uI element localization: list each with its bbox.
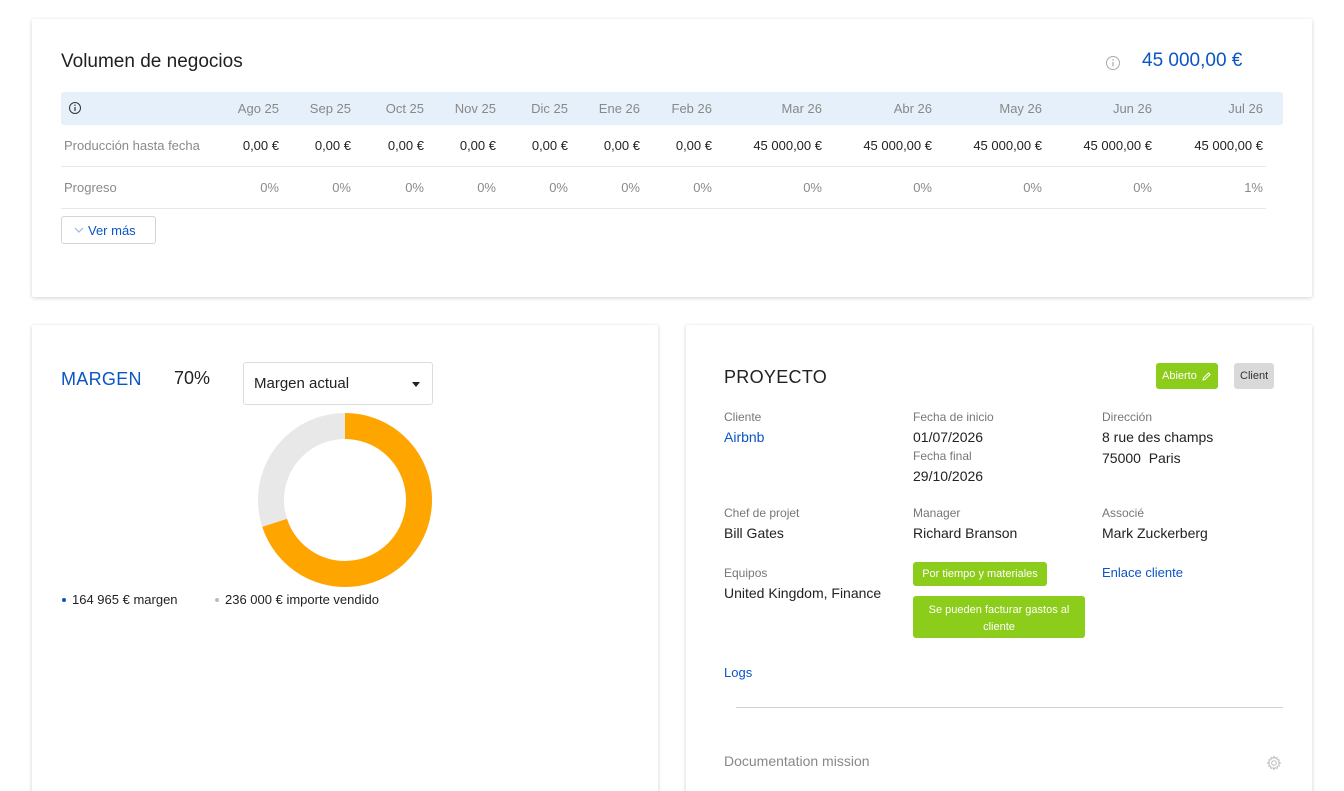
legend-margin: 164 965 € margen: [62, 592, 178, 607]
table-cell: 45 000,00 €: [973, 138, 1042, 153]
caret-down-icon: [412, 382, 420, 387]
table-cell: 0%: [693, 180, 712, 195]
info-icon[interactable]: [1105, 55, 1121, 71]
volume-table: Ago 25 Sep 25 Oct 25 Nov 25 Dic 25 Ene 2…: [61, 92, 1283, 209]
expenses-tag: Se pueden facturar gastos al cliente: [913, 596, 1085, 638]
row-label: Progreso: [64, 180, 117, 195]
project-title: PROYECTO: [724, 367, 828, 387]
legend-dot: [62, 597, 66, 602]
table-cell: 1%: [1244, 180, 1263, 195]
volume-card: Volumen de negocios 45 000,00 € Ago 25 S…: [32, 19, 1312, 297]
end-date-label: Fecha final: [913, 449, 972, 463]
divider: [736, 707, 1283, 708]
margin-select-value: Margen actual: [254, 375, 350, 392]
volume-title: Volumen de negocios: [61, 51, 243, 72]
associe-label: Associé: [1102, 506, 1145, 520]
legend-dot: [215, 597, 219, 602]
table-row: Producción hasta fecha 0,00 € 0,00 € 0,0…: [61, 125, 1266, 167]
address-line1: 8 rue des champs: [1102, 429, 1214, 445]
month-header: Mar 26: [781, 101, 822, 116]
legend-sold: 236 000 € importe vendido: [215, 592, 379, 607]
client-link-button[interactable]: Enlace cliente: [1102, 565, 1183, 580]
status-badge-label: Abierto: [1162, 370, 1197, 382]
manager-value: Richard Branson: [913, 525, 1018, 541]
volume-total: 45 000,00 €: [1142, 50, 1243, 71]
associe-value: Mark Zuckerberg: [1102, 525, 1208, 541]
margin-percent: 70%: [174, 368, 211, 388]
legend-sold-label: 236 000 € importe vendido: [225, 592, 379, 607]
table-cell: 0%: [803, 180, 822, 195]
month-header: Abr 26: [893, 101, 932, 116]
ver-mas-label: Ver más: [88, 222, 136, 238]
teams-value: United Kingdom, Finance: [724, 585, 882, 601]
client-badge: Client: [1234, 363, 1275, 389]
margin-card: MARGEN 70% Margen actual 164 965 € marge…: [32, 325, 658, 791]
month-header: May 26: [999, 101, 1042, 116]
chef-label: Chef de projet: [724, 506, 800, 520]
teams-label: Equipos: [724, 566, 768, 580]
margin-type-select[interactable]: Margen actual: [243, 362, 433, 405]
client-label: Cliente: [724, 410, 762, 424]
info-icon[interactable]: [68, 101, 82, 115]
month-header: Jun 26: [1112, 101, 1152, 116]
manager-label: Manager: [913, 506, 961, 520]
month-header: Jul 26: [1228, 101, 1263, 116]
table-cell: 0%: [913, 180, 932, 195]
margin-donut-chart: [258, 413, 432, 587]
documentation-title: Documentation mission: [724, 753, 870, 769]
status-badge[interactable]: Abierto: [1156, 363, 1218, 389]
ver-mas-button[interactable]: Ver más: [61, 216, 156, 244]
chef-value: Bill Gates: [724, 525, 784, 541]
table-cell: 0%: [1023, 180, 1042, 195]
start-date-value: 01/07/2026: [913, 429, 984, 445]
margin-title: MARGEN: [61, 369, 142, 389]
logs-link[interactable]: Logs: [724, 665, 752, 680]
legend-margin-label: 164 965 € margen: [72, 592, 178, 607]
table-row: Progreso 0% 0% 0% 0% 0% 0% 0% 0% 0% 0% 0…: [61, 167, 1266, 209]
table-cell: 0,00 €: [675, 138, 712, 153]
billing-type-tag: Por tiempo y materiales: [913, 562, 1047, 586]
table-cell: 45 000,00 €: [1083, 138, 1152, 153]
table-cell: 45 000,00 €: [1194, 138, 1263, 153]
month-header: Feb 26: [671, 101, 712, 116]
table-cell: 0%: [1133, 180, 1152, 195]
table-header: Ago 25 Sep 25 Oct 25 Nov 25 Dic 25 Ene 2…: [61, 92, 1283, 125]
table-cell: 45 000,00 €: [863, 138, 932, 153]
address-label: Dirección: [1102, 410, 1153, 424]
chevron-down-icon: [74, 227, 84, 233]
address-line2: 75000 Paris: [1102, 450, 1181, 466]
project-card: PROYECTO Abierto Client Cliente Airbnb F…: [686, 325, 1312, 791]
gear-icon[interactable]: [1266, 755, 1282, 771]
start-date-label: Fecha de inicio: [913, 410, 994, 424]
client-link[interactable]: Airbnb: [724, 429, 764, 445]
end-date-value: 29/10/2026: [913, 468, 984, 484]
pencil-icon: [1202, 371, 1211, 381]
table-cell: 45 000,00 €: [753, 138, 822, 153]
